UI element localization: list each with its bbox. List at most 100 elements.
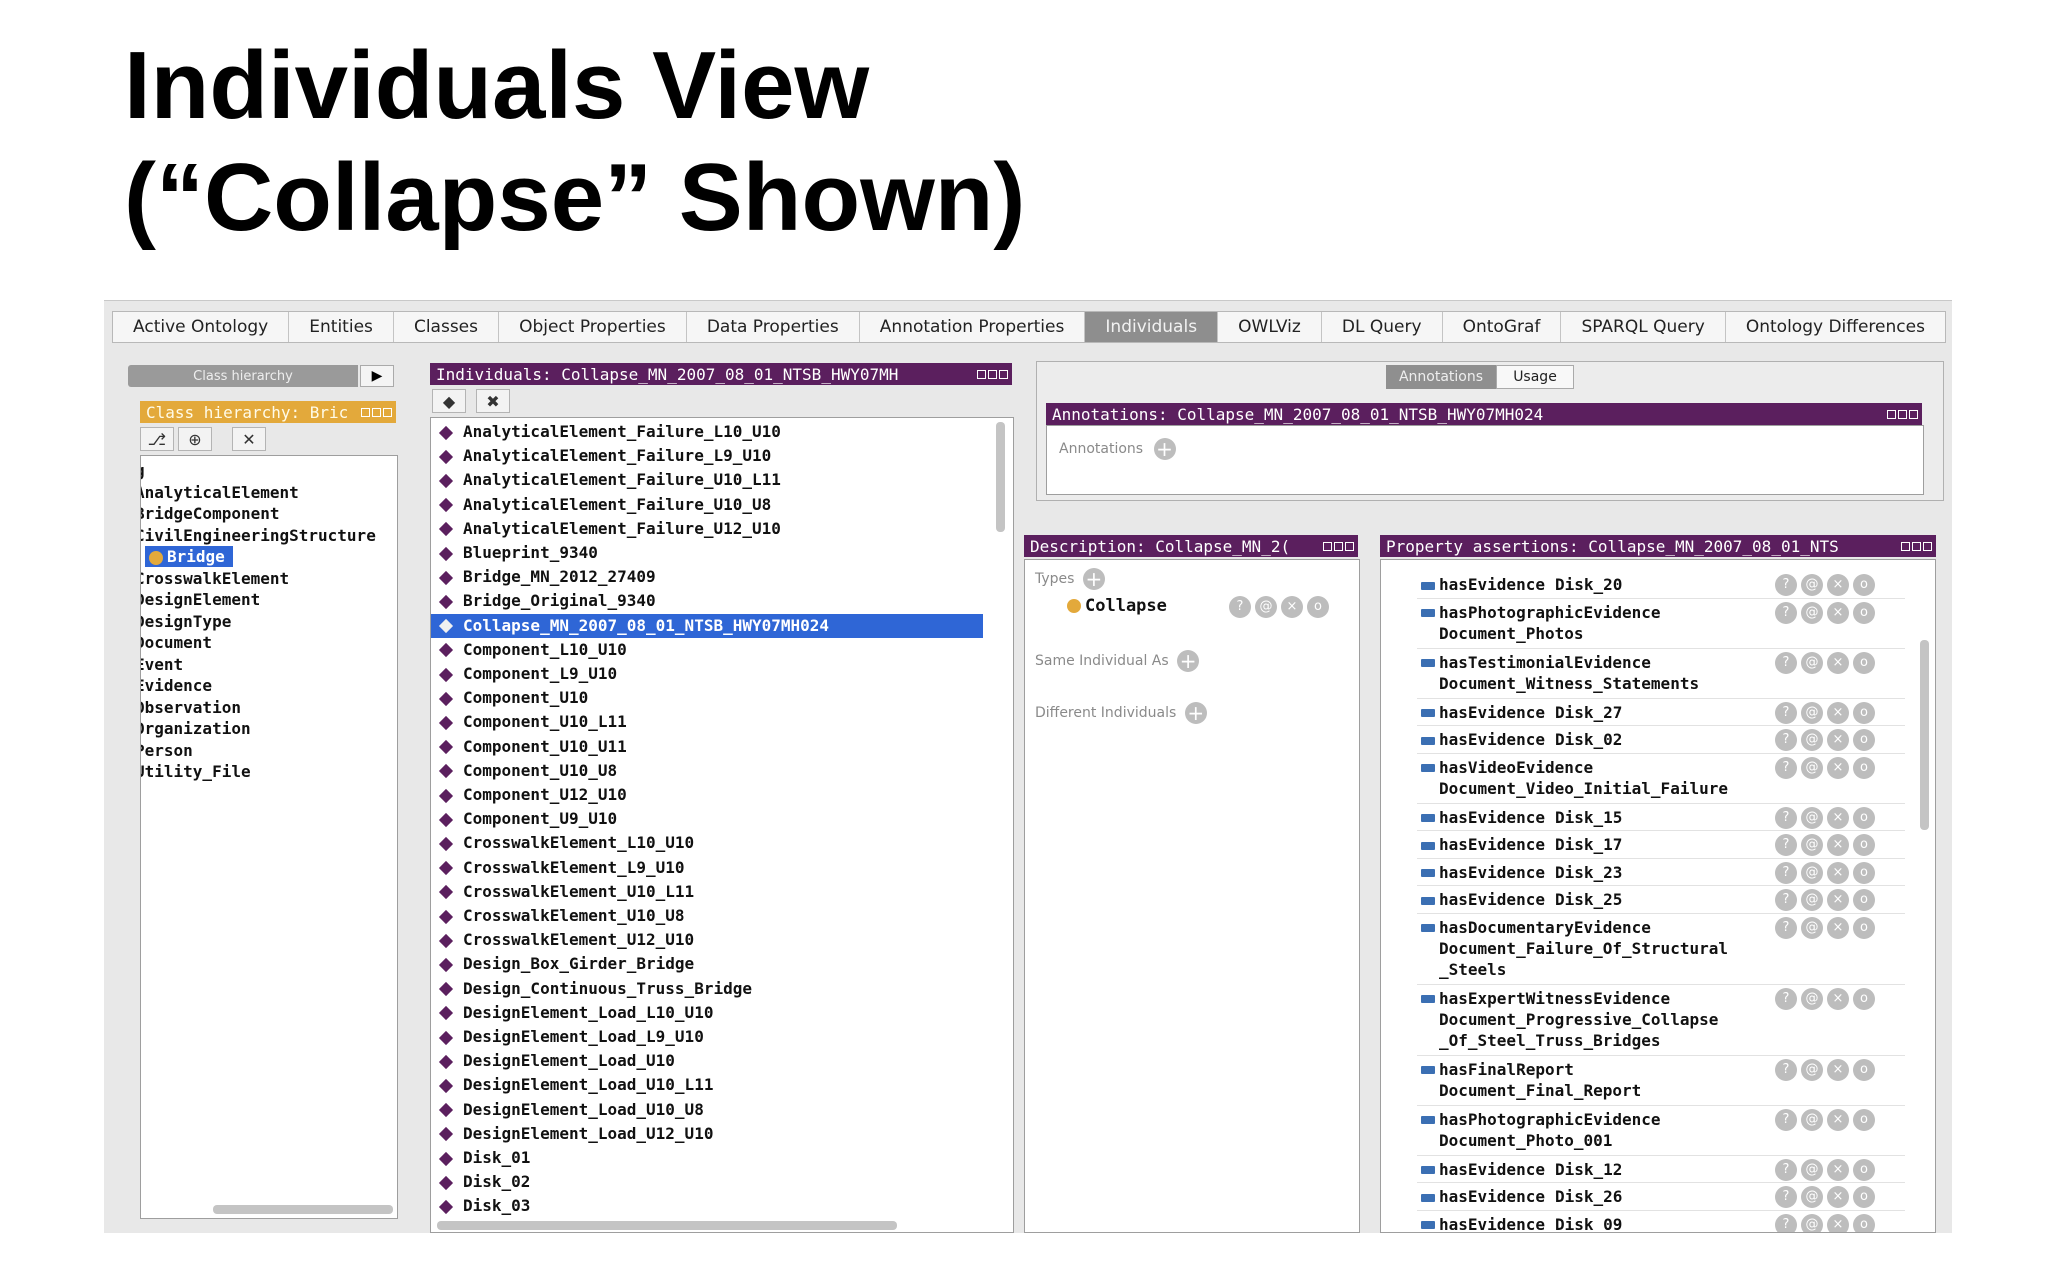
edit-icon[interactable]: o [1853, 834, 1875, 856]
individual-list-item[interactable]: Design_Box_Girder_Bridge [431, 952, 983, 976]
individual-list-item[interactable]: Disk_02 [431, 1170, 983, 1194]
tab-ontograf[interactable]: OntoGraf [1443, 312, 1562, 342]
delete-icon[interactable]: × [1827, 756, 1849, 779]
property-assertion[interactable]: hasVideoEvidence Document_Video_Initial_F… [1421, 757, 1781, 799]
edit-icon[interactable]: o [1853, 756, 1875, 779]
tab-object-properties[interactable]: Object Properties [499, 312, 687, 342]
tab-sparql-query[interactable]: SPARQL Query [1561, 312, 1726, 342]
delete-icon[interactable]: × [1827, 601, 1849, 624]
annotate-icon[interactable]: @ [1801, 834, 1823, 856]
class-tree-item[interactable]: Utility_File [141, 761, 251, 782]
annotate-icon[interactable]: @ [1801, 756, 1823, 779]
help-icon[interactable]: ? [1775, 1108, 1797, 1131]
help-icon[interactable]: ? [1775, 987, 1797, 1010]
annotate-icon[interactable]: @ [1801, 889, 1823, 911]
property-assertion[interactable]: hasEvidence Disk_02 [1421, 729, 1781, 750]
class-tree-item[interactable]: DesignElement [141, 589, 260, 610]
property-assertion[interactable]: hasEvidence Disk_20 [1421, 574, 1781, 595]
delete-icon[interactable]: × [1827, 987, 1849, 1010]
individual-list-item[interactable]: AnalyticalElement_Failure_L10_U10 [431, 420, 983, 444]
class-tree-item[interactable]: Document [141, 632, 212, 653]
add-same-individual-icon[interactable]: + [1177, 650, 1200, 672]
delete-icon[interactable]: × [1827, 1158, 1849, 1181]
annotate-icon[interactable]: @ [1801, 987, 1823, 1010]
delete-icon[interactable]: × [1827, 1058, 1849, 1081]
delete-icon[interactable]: × [1827, 834, 1849, 856]
individual-list-item[interactable]: CrosswalkElement_U12_U10 [431, 928, 983, 952]
delete-icon[interactable]: × [1827, 916, 1849, 939]
class-tree-item[interactable]: Person [141, 740, 193, 761]
property-assertion[interactable]: hasEvidence Disk_09 [1421, 1214, 1781, 1232]
property-assertion[interactable]: hasEvidence Disk_15 [1421, 807, 1781, 828]
individual-list-item[interactable]: Component_U10 [431, 686, 983, 710]
edit-icon[interactable]: o [1853, 701, 1875, 724]
individual-list-item[interactable]: Component_U10_U11 [431, 735, 983, 759]
delete-icon[interactable]: × [1827, 861, 1849, 884]
annotate-icon[interactable]: @ [1801, 701, 1823, 724]
class-tree-item[interactable]: Bridge [145, 546, 233, 567]
edit-icon[interactable]: o [1853, 889, 1875, 911]
individual-list-item[interactable]: Disk_01 [431, 1146, 983, 1170]
individual-list-item[interactable]: Component_U12_U10 [431, 783, 983, 807]
help-icon[interactable]: ? [1775, 1058, 1797, 1081]
class-tree-item[interactable]: BridgeComponent [141, 503, 280, 524]
individual-list-item[interactable]: DesignElement_Load_U10_L11 [431, 1073, 983, 1097]
help-icon[interactable]: ? [1775, 701, 1797, 724]
delete-icon[interactable]: × [1281, 596, 1303, 618]
annotate-icon[interactable]: @ [1801, 1108, 1823, 1131]
delete-class-icon[interactable]: ✕ [232, 427, 266, 451]
individual-list-item[interactable]: DesignElement_Load_L9_U10 [431, 1025, 983, 1049]
individual-list-item[interactable]: DesignElement_Load_U10_U8 [431, 1098, 983, 1122]
annotate-icon[interactable]: @ [1801, 601, 1823, 624]
help-icon[interactable]: ? [1775, 601, 1797, 624]
individual-list-item[interactable]: DesignElement_Load_L10_U10 [431, 1001, 983, 1025]
annotate-icon[interactable]: @ [1801, 1213, 1823, 1232]
property-assertion[interactable]: hasEvidence Disk_23 [1421, 862, 1781, 883]
delete-individual-icon[interactable]: ✖ [476, 389, 510, 413]
class-tree-item[interactable]: Observation [141, 697, 241, 718]
annotate-icon[interactable]: @ [1801, 574, 1823, 596]
window-controls-icon[interactable] [357, 407, 396, 417]
add-sibling-class-icon[interactable]: ⊕ [178, 427, 212, 451]
individual-list-item[interactable]: DesignElement_Load_U10 [431, 1049, 983, 1073]
individual-list-item[interactable]: Component_U9_U10 [431, 807, 983, 831]
annotate-icon[interactable]: @ [1801, 806, 1823, 829]
property-assertion[interactable]: hasPhotographicEvidence Document_Photo_00… [1421, 1109, 1781, 1151]
individual-list-item[interactable]: Collapse_MN_2007_08_01_NTSB_HWY07MH024 [431, 613, 983, 638]
help-icon[interactable]: ? [1775, 806, 1797, 829]
tab-data-properties[interactable]: Data Properties [687, 312, 860, 342]
property-assertion[interactable]: hasTestimonialEvidence Document_Witness_S… [1421, 652, 1781, 694]
individual-list-item[interactable]: AnalyticalElement_Failure_L9_U10 [431, 444, 983, 468]
individual-list-item[interactable]: Component_U10_U8 [431, 759, 983, 783]
window-controls-icon[interactable] [1897, 541, 1936, 551]
add-type-icon[interactable]: + [1082, 568, 1105, 590]
individual-list-item[interactable]: CrosswalkElement_U10_U8 [431, 904, 983, 928]
property-assertion[interactable]: hasPhotographicEvidence Document_Photos [1421, 602, 1781, 644]
edit-icon[interactable]: o [1853, 916, 1875, 939]
individual-list-item[interactable]: Component_L10_U10 [431, 638, 983, 662]
individual-list-item[interactable]: Component_L9_U10 [431, 662, 983, 686]
class-tree-item[interactable]: Evidence [141, 675, 212, 696]
usage-toggle[interactable]: Usage [1496, 365, 1574, 389]
delete-icon[interactable]: × [1827, 651, 1849, 674]
property-assertion[interactable]: hasEvidence Disk_17 [1421, 834, 1781, 855]
edit-icon[interactable]: o [1853, 1213, 1875, 1232]
help-icon[interactable]: ? [1775, 756, 1797, 779]
delete-icon[interactable]: × [1827, 574, 1849, 596]
annotate-icon[interactable]: @ [1801, 1058, 1823, 1081]
help-icon[interactable]: ? [1775, 1186, 1797, 1208]
tab-owlviz[interactable]: OWLViz [1218, 312, 1322, 342]
help-icon[interactable]: ? [1775, 1158, 1797, 1181]
property-assertion[interactable]: hasEvidence Disk_12 [1421, 1159, 1781, 1180]
property-assertion[interactable]: hasExpertWitnessEvidence Document_Progres… [1421, 988, 1781, 1051]
edit-icon[interactable]: o [1853, 1058, 1875, 1081]
annotate-icon[interactable]: @ [1801, 651, 1823, 674]
individual-list-item[interactable]: Component_U10_L11 [431, 710, 983, 734]
help-icon[interactable]: ? [1775, 861, 1797, 884]
property-assertion[interactable]: hasEvidence Disk_26 [1421, 1186, 1781, 1207]
property-assertion[interactable]: hasDocumentaryEvidence Document_Failure_O… [1421, 917, 1781, 980]
delete-icon[interactable]: × [1827, 806, 1849, 829]
annotate-icon[interactable]: @ [1255, 596, 1277, 618]
help-icon[interactable]: ? [1775, 729, 1797, 751]
help-icon[interactable]: ? [1229, 596, 1251, 618]
